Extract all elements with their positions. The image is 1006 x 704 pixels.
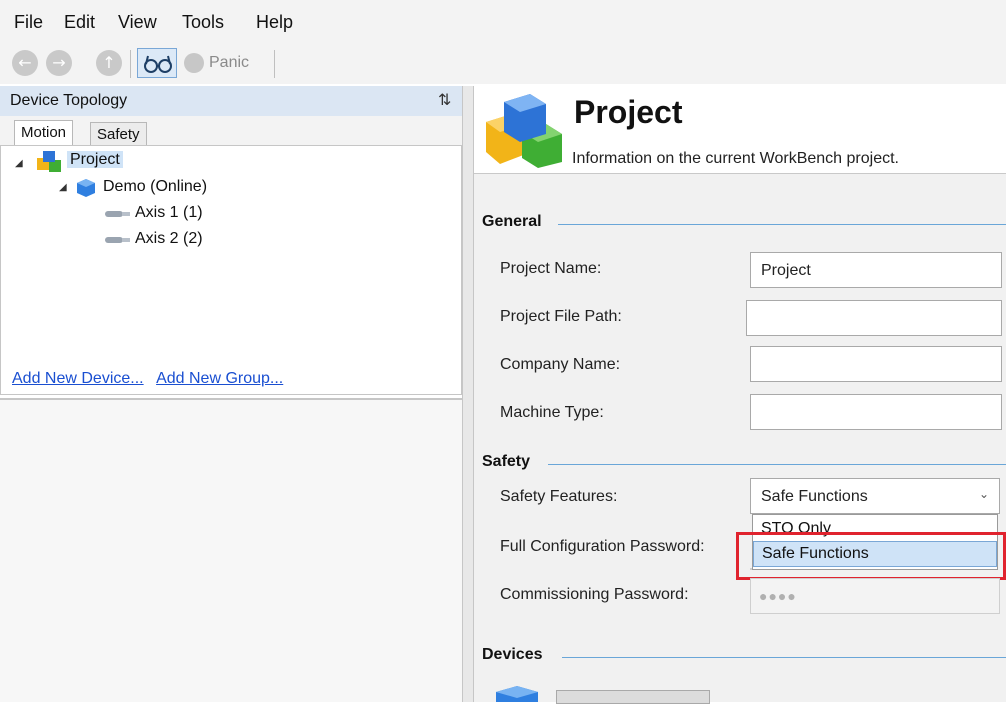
watch-button[interactable] bbox=[137, 48, 177, 78]
properties-pane bbox=[0, 398, 462, 702]
commissioning-password-input[interactable]: ●●●● bbox=[750, 578, 1000, 614]
pin-icon[interactable]: ⇅ bbox=[438, 90, 451, 110]
highlight-annotation bbox=[736, 532, 1006, 580]
glasses-icon bbox=[144, 55, 172, 73]
project-panel: Project Information on the current WorkB… bbox=[474, 86, 1006, 704]
panel-title: Device Topology bbox=[10, 92, 128, 109]
menu-tools[interactable]: Tools bbox=[182, 12, 224, 33]
safety-features-label: Safety Features: bbox=[500, 488, 618, 505]
up-arrow-icon: ↑ bbox=[102, 53, 116, 72]
section-divider bbox=[558, 224, 1006, 225]
menu-file[interactable]: File bbox=[14, 12, 43, 33]
file-path-input[interactable] bbox=[746, 300, 1002, 336]
expand-arrow-icon[interactable]: ◢ bbox=[15, 158, 23, 169]
section-general: General bbox=[482, 213, 542, 230]
menu-edit[interactable]: Edit bbox=[64, 12, 95, 33]
page-title: Project bbox=[574, 94, 683, 130]
back-button[interactable]: ← bbox=[12, 50, 38, 76]
safety-features-select[interactable]: Safe Functions ⌄ bbox=[750, 478, 1000, 514]
section-divider bbox=[562, 657, 1006, 658]
tree-item-axis[interactable]: Axis 1 (1) bbox=[135, 204, 203, 222]
right-arrow-icon: → bbox=[52, 53, 66, 72]
panic-label: Panic bbox=[209, 54, 250, 71]
section-devices: Devices bbox=[482, 646, 543, 663]
password-mask: ●●●● bbox=[759, 588, 797, 604]
expand-arrow-icon[interactable]: ◢ bbox=[59, 182, 67, 193]
file-path-label: Project File Path: bbox=[500, 308, 622, 325]
project-cubes-icon bbox=[37, 151, 61, 172]
full-config-password-input[interactable] bbox=[750, 568, 752, 570]
machine-type-input[interactable] bbox=[750, 394, 1002, 430]
forward-button[interactable]: → bbox=[46, 50, 72, 76]
splitter[interactable] bbox=[462, 86, 474, 702]
section-safety: Safety bbox=[482, 453, 531, 470]
safety-features-value: Safe Functions bbox=[761, 488, 868, 505]
project-name-label: Project Name: bbox=[500, 260, 602, 277]
drive-cube-icon bbox=[496, 686, 538, 702]
company-name-input[interactable] bbox=[750, 346, 1002, 382]
drive-cube-icon bbox=[77, 179, 95, 197]
toolbar-separator bbox=[130, 50, 131, 78]
panic-icon bbox=[184, 53, 204, 73]
add-new-group-link[interactable]: Add New Group... bbox=[156, 370, 283, 387]
axis-icon bbox=[105, 211, 130, 217]
section-divider bbox=[548, 464, 1006, 465]
toolbar: ← → ↑ Panic bbox=[0, 44, 1006, 84]
company-name-label: Company Name: bbox=[500, 356, 621, 373]
axis-icon bbox=[105, 237, 130, 243]
add-new-device-link[interactable]: Add New Device... bbox=[12, 370, 144, 387]
device-tree: ◢ Project ◢ Demo (Online) Axis 1 (1) Axi… bbox=[0, 145, 462, 395]
menu-help[interactable]: Help bbox=[256, 12, 293, 33]
page-subtitle: Information on the current WorkBench pro… bbox=[572, 150, 899, 167]
commissioning-password-label: Commissioning Password: bbox=[500, 586, 689, 603]
up-button[interactable]: ↑ bbox=[96, 50, 122, 76]
chevron-down-icon: ⌄ bbox=[978, 487, 989, 501]
project-header: Project Information on the current WorkB… bbox=[474, 86, 1006, 174]
machine-type-label: Machine Type: bbox=[500, 404, 604, 421]
full-config-password-label: Full Configuration Password: bbox=[500, 538, 705, 555]
tab-motion[interactable]: Motion bbox=[14, 120, 74, 146]
device-topology-header: Device Topology ⇅ bbox=[0, 86, 462, 116]
left-arrow-icon: ← bbox=[18, 53, 32, 72]
tree-item-axis[interactable]: Axis 2 (2) bbox=[135, 230, 203, 248]
project-name-input[interactable]: Project bbox=[750, 252, 1002, 288]
topology-tabs: Motion Safety bbox=[0, 116, 462, 148]
tree-item-device[interactable]: Demo (Online) bbox=[103, 178, 207, 196]
toolbar-separator bbox=[274, 50, 275, 78]
menu-bar: File Edit View Tools Help bbox=[0, 0, 1006, 44]
tree-links: Add New Device... Add New Group... bbox=[12, 370, 283, 388]
project-cubes-icon bbox=[486, 94, 562, 168]
tree-item-project[interactable]: Project bbox=[67, 151, 123, 169]
menu-view[interactable]: View bbox=[118, 12, 157, 33]
